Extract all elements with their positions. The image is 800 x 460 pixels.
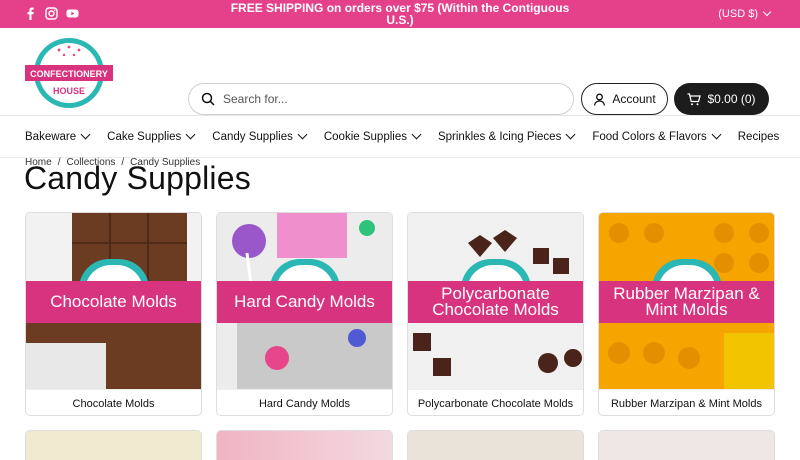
collection-caption: Rubber Marzipan & Mint Molds: [599, 389, 774, 415]
main-navigation: Bakeware Cake Supplies Candy Supplies Co…: [0, 116, 800, 158]
chevron-down-icon: [711, 129, 722, 140]
collection-banner: Polycarbonate Chocolate Molds: [408, 281, 583, 323]
collection-banner: Chocolate Molds: [26, 281, 201, 323]
collection-card-hard-candy-molds[interactable]: Hard Candy Molds Hard Candy Molds: [216, 212, 393, 416]
account-label: Account: [612, 92, 656, 106]
collection-card[interactable]: [598, 430, 775, 460]
currency-selector[interactable]: (USD $): [718, 7, 772, 20]
chevron-down-icon: [297, 129, 308, 140]
collection-banner: Hard Candy Molds: [217, 281, 392, 323]
svg-text:CONFECTIONERY: CONFECTIONERY: [30, 69, 108, 79]
nav-item-cookie-supplies[interactable]: Cookie Supplies: [324, 129, 422, 143]
collection-banner: Rubber Marzipan & Mint Molds: [599, 281, 774, 323]
confectionery-house-logo[interactable]: CONFECTIONERY HOUSE: [24, 34, 114, 112]
chevron-down-icon: [762, 7, 772, 17]
collection-card[interactable]: [407, 430, 584, 460]
collection-card-marzipan-molds[interactable]: Rubber Marzipan & Mint Molds Rubber Marz…: [598, 212, 775, 416]
account-button[interactable]: Account: [581, 83, 668, 115]
instagram-icon[interactable]: [45, 7, 58, 20]
collection-caption: Hard Candy Molds: [217, 389, 392, 415]
currency-label: (USD $): [718, 8, 758, 20]
site-header: CONFECTIONERY HOUSE Account $0.00 (0): [0, 28, 800, 116]
chevron-down-icon: [80, 129, 91, 140]
collection-grid: Chocolate Molds Chocolate Molds Hard Can…: [25, 212, 775, 416]
collection-card[interactable]: [25, 430, 202, 460]
page-title: Candy Supplies: [24, 160, 251, 196]
chocolate-molds-image: Chocolate Molds: [26, 213, 201, 389]
search-bar[interactable]: [188, 83, 574, 115]
free-shipping-promo: FREE SHIPPING on orders over $75 (Within…: [230, 1, 570, 27]
search-input[interactable]: [223, 92, 543, 106]
chevron-down-icon: [185, 129, 196, 140]
nav-item-recipes[interactable]: Recipes: [738, 131, 780, 143]
hard-candy-molds-image: Hard Candy Molds: [217, 213, 392, 389]
polycarbonate-molds-image: Polycarbonate Chocolate Molds: [408, 213, 583, 389]
chevron-down-icon: [565, 129, 576, 140]
user-icon: [594, 93, 606, 106]
search-icon: [201, 92, 215, 106]
cart-total: $0.00 (0): [707, 92, 756, 106]
chevron-down-icon: [411, 129, 422, 140]
collection-card[interactable]: [216, 430, 393, 460]
collection-card-chocolate-molds[interactable]: Chocolate Molds Chocolate Molds: [25, 212, 202, 416]
cart-icon: [687, 92, 702, 105]
collection-caption: Chocolate Molds: [26, 389, 201, 415]
cart-button[interactable]: $0.00 (0): [674, 83, 769, 115]
collection-card-polycarbonate-molds[interactable]: Polycarbonate Chocolate Molds Polycarbon…: [407, 212, 584, 416]
nav-item-sprinkles[interactable]: Sprinkles & Icing Pieces: [438, 129, 576, 143]
marzipan-molds-image: Rubber Marzipan & Mint Molds: [599, 213, 774, 389]
nav-item-cake-supplies[interactable]: Cake Supplies: [107, 129, 196, 143]
nav-item-candy-supplies[interactable]: Candy Supplies: [212, 129, 308, 143]
collection-grid-row-2: [25, 430, 775, 460]
nav-item-food-colors[interactable]: Food Colors & Flavors: [592, 129, 722, 143]
announcement-bar: FREE SHIPPING on orders over $75 (Within…: [0, 0, 800, 28]
nav-item-bakeware[interactable]: Bakeware: [25, 129, 91, 143]
social-links: [24, 7, 79, 20]
youtube-icon[interactable]: [66, 7, 79, 20]
collection-caption: Polycarbonate Chocolate Molds: [408, 389, 583, 415]
svg-text:HOUSE: HOUSE: [53, 86, 85, 96]
facebook-icon[interactable]: [24, 7, 37, 20]
